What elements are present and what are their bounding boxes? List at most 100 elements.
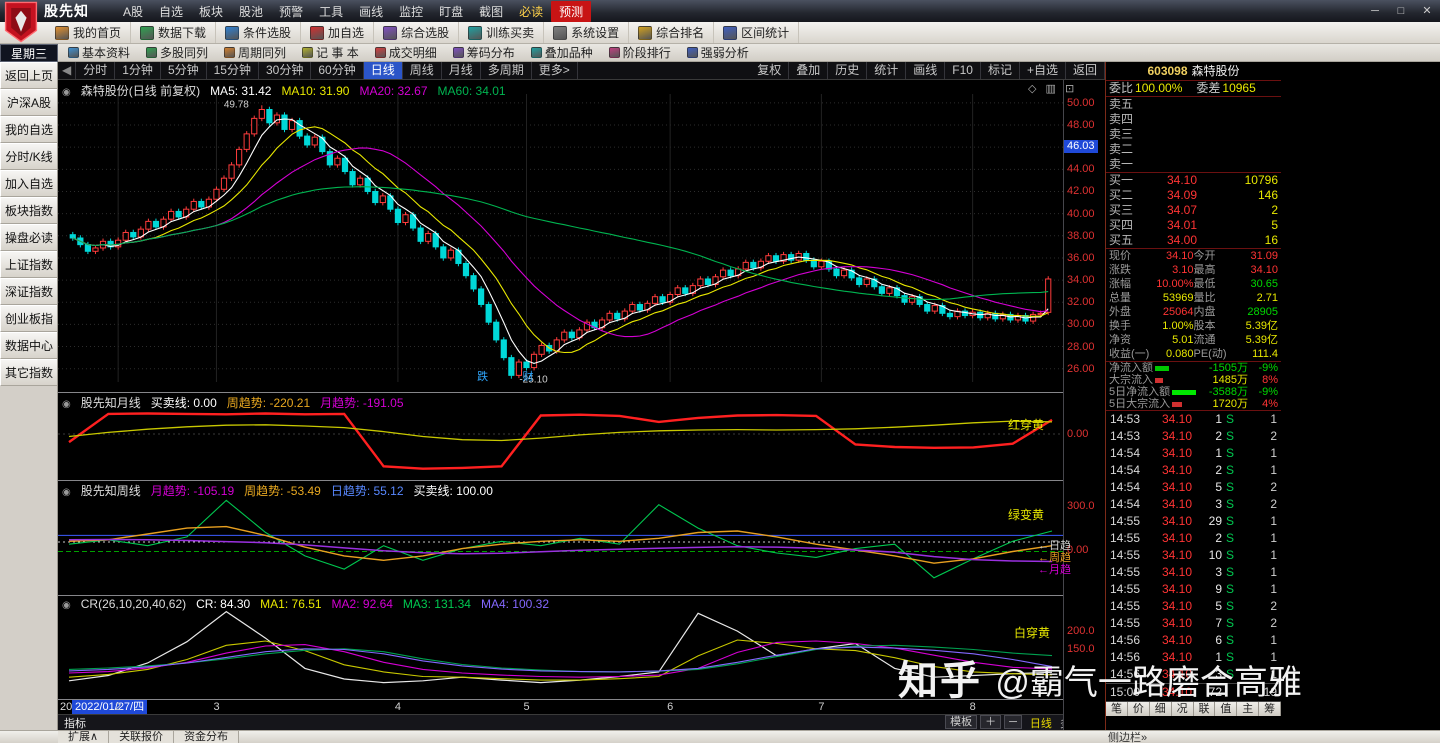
toolbar-button-综合选股[interactable]: 综合选股 (374, 22, 460, 43)
period-tab-60分钟[interactable]: 60分钟 (311, 62, 364, 79)
toolbar-button-综合排名[interactable]: 综合排名 (629, 22, 715, 43)
tick-row[interactable]: 14:55 34.10 2 S 1 (1106, 530, 1281, 547)
tick-time: 14:55 (1110, 548, 1141, 562)
panel-collapse-icon[interactable]: ◉ (62, 600, 71, 611)
footer-button-＋[interactable]: ＋ (980, 715, 1002, 729)
sidebar-item-其它指数[interactable]: 其它指数 (0, 359, 57, 386)
minimize-button[interactable]: ─ (1362, 0, 1388, 22)
tick-row[interactable]: 14:55 34.10 7 S 2 (1106, 615, 1281, 632)
menu-item-画线[interactable]: 画线 (351, 1, 391, 22)
sidebar-item-板块指数[interactable]: 板块指数 (0, 197, 57, 224)
status-tab-扩展∧[interactable]: 扩展∧ (58, 731, 110, 743)
period-tab-日线[interactable]: 日线 (363, 62, 403, 79)
toolbar-button-基本资料[interactable]: 基本资料 (60, 44, 138, 61)
menu-item-A股[interactable]: A股 (115, 1, 151, 22)
chart-tool-复权[interactable]: 复权 (750, 62, 790, 79)
sidebar-item-创业板指[interactable]: 创业板指 (0, 305, 57, 332)
period-tab-更多>[interactable]: 更多> (532, 62, 578, 79)
toolbar-button-数据下载[interactable]: 数据下载 (131, 22, 217, 43)
toolbar-button-叠加品种[interactable]: 叠加品种 (523, 44, 601, 61)
chart-tool-返回[interactable]: 返回 (1066, 62, 1105, 79)
date-box[interactable]: 2022/01/27/四 (72, 700, 148, 714)
footer-button-模板[interactable]: 模板 (945, 715, 978, 729)
sidebar-item-加入自选[interactable]: 加入自选 (0, 170, 57, 197)
candlestick-chart[interactable]: 49.78-25.10跌财 (58, 80, 1063, 393)
tick-row[interactable]: 14:55 34.10 3 S 1 (1106, 564, 1281, 581)
period-tab-月线[interactable]: 月线 (442, 62, 481, 79)
tick-row[interactable]: 14:54 34.10 1 S 1 (1106, 445, 1281, 462)
toolbar-button-强弱分析[interactable]: 强弱分析 (679, 44, 757, 61)
sidebar-item-深证指数[interactable]: 深证指数 (0, 278, 57, 305)
candle-body (727, 269, 734, 277)
menu-item-截图[interactable]: 截图 (471, 1, 511, 22)
period-tab-1分钟[interactable]: 1分钟 (115, 62, 161, 79)
close-button[interactable]: ✕ (1414, 0, 1440, 22)
sidebar-item-沪深A股[interactable]: 沪深A股 (0, 89, 57, 116)
stock-code: 603098 (1147, 64, 1188, 78)
tick-row[interactable]: 14:55 34.10 10 S 1 (1106, 547, 1281, 564)
tick-row[interactable]: 14:55 34.10 5 S 2 (1106, 598, 1281, 615)
tick-row[interactable]: 14:54 34.10 3 S 2 (1106, 496, 1281, 513)
toolbar-button-系统设置[interactable]: 系统设置 (544, 22, 630, 43)
toolbar-button-加自选[interactable]: 加自选 (301, 22, 375, 43)
period-tab-15分钟[interactable]: 15分钟 (207, 62, 259, 79)
menu-item-盯盘[interactable]: 盯盘 (431, 1, 471, 22)
tick-row[interactable]: 14:55 34.10 29 S 1 (1106, 513, 1281, 530)
toolbar-button-多股同列[interactable]: 多股同列 (138, 44, 216, 61)
tick-row[interactable]: 14:54 34.10 5 S 2 (1106, 479, 1281, 496)
chart-tool-标记[interactable]: 标记 (981, 62, 1020, 79)
period-tab-周线[interactable]: 周线 (403, 62, 442, 79)
chart-tool-叠加[interactable]: 叠加 (789, 62, 829, 79)
chart-corner-icons[interactable]: ◇ ▥ ⊡ (1028, 82, 1077, 95)
toolbar-button-训练买卖[interactable]: 训练买卖 (459, 22, 545, 43)
sidebar-item-分时/K线[interactable]: 分时/K线 (0, 143, 57, 170)
sidebar-item-返回上页[interactable]: 返回上页 (0, 62, 57, 89)
tick-row[interactable]: 14:55 34.10 9 S 1 (1106, 581, 1281, 598)
period-tab-5分钟[interactable]: 5分钟 (161, 62, 207, 79)
toolbar-button-成交明细[interactable]: 成交明细 (367, 44, 445, 61)
menu-item-必读[interactable]: 必读 (511, 1, 551, 22)
period-tab-分时[interactable]: 分时 (76, 62, 116, 79)
menu-item-工具[interactable]: 工具 (311, 1, 351, 22)
indicator-tab[interactable]: 指标 (64, 715, 86, 731)
period-tab-多周期[interactable]: 多周期 (481, 62, 532, 79)
sidebar-item-数据中心[interactable]: 数据中心 (0, 332, 57, 359)
stat-label: 股本 (1193, 320, 1216, 332)
toolbar-button-阶段排行[interactable]: 阶段排行 (601, 44, 679, 61)
panel-collapse-icon[interactable]: ◉ (62, 399, 71, 410)
sidebar-item-上证指数[interactable]: 上证指数 (0, 251, 57, 278)
panel-collapse-icon[interactable]: ◉ (62, 487, 71, 498)
menu-item-监控[interactable]: 监控 (391, 1, 431, 22)
maximize-button[interactable]: □ (1388, 0, 1414, 22)
toolbar-button-周期同列[interactable]: 周期同列 (216, 44, 294, 61)
toolbar-button-我的首页[interactable]: 我的首页 (46, 22, 132, 43)
chart-tool-画线[interactable]: 画线 (906, 62, 946, 79)
tick-row[interactable]: 14:53 34.10 1 S 1 (1106, 411, 1281, 428)
status-tab-关联报价[interactable]: 关联报价 (109, 731, 175, 743)
tick-row[interactable]: 14:53 34.10 2 S 2 (1106, 428, 1281, 445)
tick-row[interactable]: 14:56 34.10 6 S 1 (1106, 632, 1281, 649)
sidebar-toggle-button[interactable]: 侧边栏» (1108, 729, 1147, 743)
menu-item-预测[interactable]: 预测 (551, 0, 592, 22)
period-tab-30分钟[interactable]: 30分钟 (259, 62, 312, 79)
toolbar-button-条件选股[interactable]: 条件选股 (216, 22, 302, 43)
footer-button-─[interactable]: ─ (1004, 715, 1022, 729)
menu-item-板块[interactable]: 板块 (191, 1, 231, 22)
toolbar-button-区间统计[interactable]: 区间统计 (714, 22, 800, 43)
flow-bar (1172, 389, 1197, 395)
menu-item-预警[interactable]: 预警 (271, 1, 311, 22)
chart-tool-F10[interactable]: F10 (945, 62, 981, 79)
menu-item-自选[interactable]: 自选 (151, 1, 191, 22)
collapse-left-icon[interactable]: ◀ (58, 62, 77, 79)
menu-item-股池[interactable]: 股池 (231, 1, 271, 22)
tick-row[interactable]: 14:54 34.10 2 S 1 (1106, 462, 1281, 479)
status-tab-资金分布[interactable]: 资金分布 (174, 731, 240, 743)
chart-tool-历史[interactable]: 历史 (828, 62, 868, 79)
chart-tool-统计[interactable]: 统计 (867, 62, 907, 79)
footer-period-label[interactable]: 日线 (1030, 715, 1052, 731)
sidebar-item-操盘必读[interactable]: 操盘必读 (0, 224, 57, 251)
toolbar-button-记事本[interactable]: 记 事 本 (294, 44, 367, 61)
chart-tool-+自选[interactable]: +自选 (1020, 62, 1066, 79)
sidebar-item-我的自选[interactable]: 我的自选 (0, 116, 57, 143)
toolbar-button-筹码分布[interactable]: 筹码分布 (445, 44, 523, 61)
